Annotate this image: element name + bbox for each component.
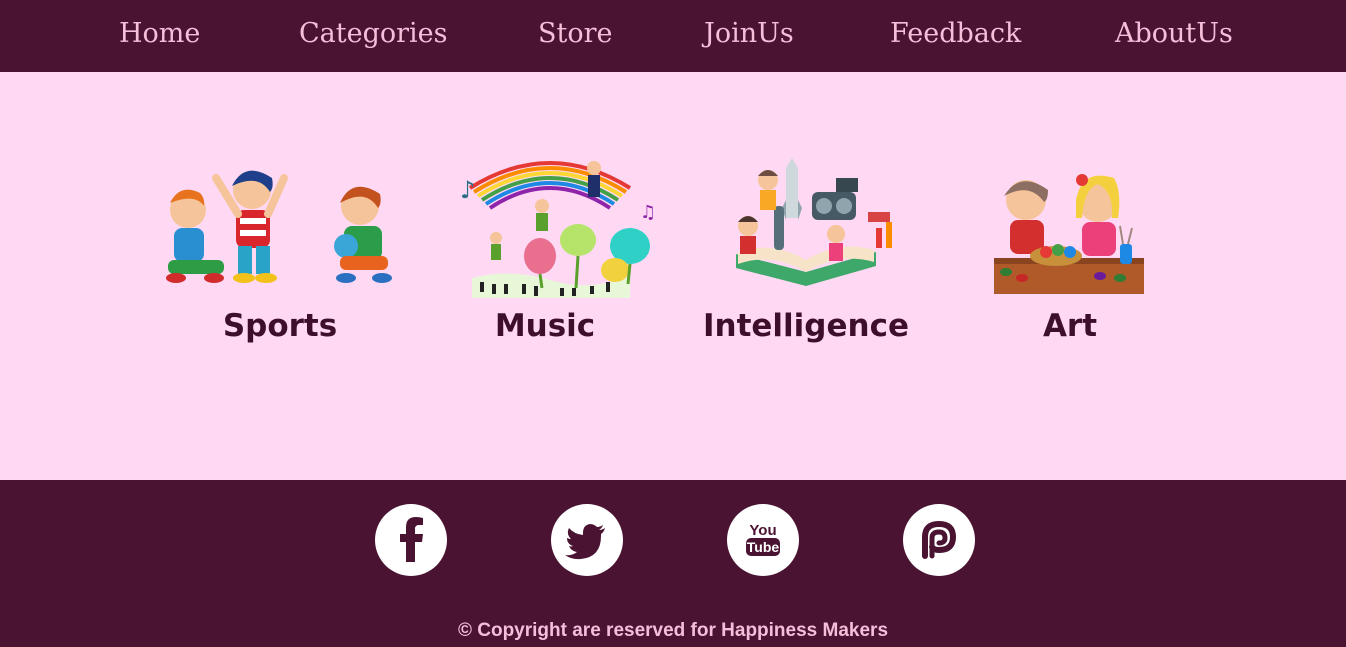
- nav-categories[interactable]: Categories: [299, 14, 448, 54]
- nav-joinus[interactable]: JoinUs: [704, 14, 794, 54]
- svg-text:♫: ♫: [640, 202, 656, 223]
- youtube-icon: You Tube: [746, 522, 780, 556]
- category-intelligence[interactable]: Intelligence: [686, 148, 926, 348]
- nav-aboutus[interactable]: AboutUs: [1115, 14, 1233, 54]
- svg-text:♪: ♪: [460, 176, 475, 204]
- category-art-label: Art: [1042, 308, 1098, 344]
- twitter-link[interactable]: [551, 504, 623, 576]
- category-sports-label: Sports: [222, 308, 338, 344]
- category-intelligence-label: Intelligence: [702, 308, 909, 344]
- category-art[interactable]: Art: [950, 148, 1190, 348]
- category-music[interactable]: ♪ ♫ Music: [430, 148, 670, 348]
- patreon-icon: [922, 520, 957, 559]
- copyright-text: © Copyright are reserved for Happiness M…: [457, 620, 889, 641]
- facebook-link[interactable]: [375, 504, 447, 576]
- category-sports[interactable]: Sports: [160, 148, 400, 348]
- music-rainbow-image: ♪ ♫: [460, 161, 656, 298]
- nav-feedback[interactable]: Feedback: [890, 14, 1021, 54]
- patreon-link[interactable]: [903, 504, 975, 576]
- nav-home[interactable]: Home: [119, 14, 200, 54]
- twitter-icon: [565, 524, 605, 560]
- facebook-icon: [400, 517, 423, 562]
- painting-kids-image: [994, 174, 1144, 294]
- categories-section: Sports ♪ ♫ Music Intelligence Art: [0, 72, 1346, 480]
- sports-kids-image: [166, 170, 392, 283]
- youtube-link[interactable]: You Tube: [727, 504, 799, 576]
- footer: You Tube © Copyright are reserved for Ha…: [0, 480, 1346, 647]
- nav-store[interactable]: Store: [538, 14, 613, 54]
- category-music-label: Music: [494, 308, 596, 344]
- top-navigation: Home Categories Store JoinUs Feedback Ab…: [0, 0, 1346, 72]
- science-book-image: [736, 158, 892, 286]
- svg-text:Tube: Tube: [747, 539, 780, 555]
- svg-text:You: You: [749, 522, 776, 539]
